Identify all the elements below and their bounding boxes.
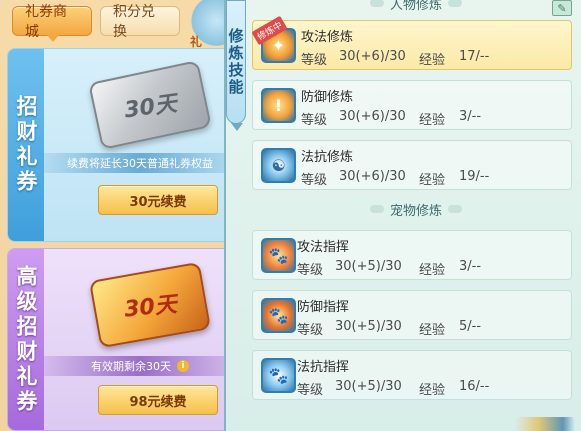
exp-value: 3/-- xyxy=(459,259,482,274)
level-value: 30(+6)/30 xyxy=(339,109,406,124)
cultivation-panel: 修炼技能 人物修炼 ✎ ✦ 修炼中 攻法修炼 等级 30(+6)/30 经验 1… xyxy=(224,0,581,431)
level-label: 等级 xyxy=(297,323,324,338)
defense-shield-icon: ! xyxy=(261,88,296,123)
ticket-days: 30天 xyxy=(122,292,178,323)
level-label: 等级 xyxy=(301,53,328,68)
level-label: 等级 xyxy=(297,383,324,398)
section-character: 人物修炼 xyxy=(356,0,476,13)
exp-label: 经验 xyxy=(419,263,446,278)
exp-label: 经验 xyxy=(419,173,446,188)
gold-ticket-icon: 30天 xyxy=(88,261,212,349)
exp-value: 16/-- xyxy=(459,379,490,394)
skill-name: 攻法修炼 xyxy=(301,30,354,45)
skill-row[interactable]: 🐾 法抗指挥 等级 30(+5)/30 经验 16/-- xyxy=(252,350,572,400)
pet-attack-paw-icon: 🐾 xyxy=(261,238,296,273)
level-value: 30(+5)/30 xyxy=(335,259,402,274)
card-description-text: 有效期剩余30天 xyxy=(91,360,171,373)
info-icon[interactable]: i xyxy=(177,360,189,372)
level-value: 30(+6)/30 xyxy=(339,169,406,184)
level-value: 30(+5)/30 xyxy=(335,379,402,394)
skill-row[interactable]: ☯ 法抗修炼 等级 30(+6)/30 经验 19/-- xyxy=(252,140,572,190)
cultivation-title[interactable]: 修炼技能 xyxy=(226,0,246,131)
card-side-label: 招财礼券 xyxy=(8,49,44,241)
level-label: 等级 xyxy=(301,113,328,128)
level-label: 等级 xyxy=(301,173,328,188)
card-description-text: 续费将延长30天普通礼券权益 xyxy=(67,157,213,170)
level-value: 30(+6)/30 xyxy=(339,49,406,64)
gift-shop-panel: 礼券商城 积分兑换 礼 招财礼券 30天 续费将延长30天普通礼券权益 30元续… xyxy=(0,0,240,431)
card-description: 有效期剩余30天 i xyxy=(44,356,236,376)
skill-name: 攻法指挥 xyxy=(297,240,350,255)
exp-value: 5/-- xyxy=(459,319,482,334)
silver-ticket-icon: 30天 xyxy=(88,60,212,150)
skill-name: 法抗指挥 xyxy=(297,360,350,375)
gift-card-advanced: 高级招财礼券 30天 有效期剩余30天 i 98元续费 xyxy=(7,248,237,431)
level-label: 等级 xyxy=(297,263,324,278)
pet-resist-paw-icon: 🐾 xyxy=(261,358,296,393)
skill-name: 法抗修炼 xyxy=(301,150,354,165)
exp-value: 17/-- xyxy=(459,49,490,64)
exp-value: 3/-- xyxy=(459,109,482,124)
skill-row[interactable]: ✦ 修炼中 攻法修炼 等级 30(+6)/30 经验 17/-- xyxy=(251,15,572,70)
corner-decoration xyxy=(515,417,575,431)
card-description: 续费将延长30天普通礼券权益 xyxy=(44,153,236,173)
skill-row[interactable]: ! 防御修炼 等级 30(+6)/30 经验 3/-- xyxy=(252,80,572,130)
gift-card-normal: 招财礼券 30天 续费将延长30天普通礼券权益 30元续费 xyxy=(7,48,237,242)
level-value: 30(+5)/30 xyxy=(335,319,402,334)
card-side-label: 高级招财礼券 xyxy=(8,249,44,430)
magic-resist-icon: ☯ xyxy=(261,148,296,183)
skill-row[interactable]: 🐾 防御指挥 等级 30(+5)/30 经验 5/-- xyxy=(252,290,572,340)
exp-value: 19/-- xyxy=(459,169,490,184)
exp-label: 经验 xyxy=(419,323,446,338)
skill-name: 防御修炼 xyxy=(301,90,354,105)
exp-label: 经验 xyxy=(419,113,446,128)
ticket-days: 30天 xyxy=(122,91,179,124)
tab-points-exchange[interactable]: 积分兑换 xyxy=(100,4,180,40)
tab-gift-shop[interactable]: 礼券商城 xyxy=(12,4,92,42)
edit-icon[interactable]: ✎ xyxy=(552,0,572,16)
skill-name: 防御指挥 xyxy=(297,300,350,315)
exp-label: 经验 xyxy=(419,53,446,68)
section-pet: 宠物修炼 xyxy=(356,200,476,219)
renew-30-button[interactable]: 30元续费 xyxy=(98,185,218,215)
renew-98-button[interactable]: 98元续费 xyxy=(98,385,218,415)
pet-defense-paw-icon: 🐾 xyxy=(261,298,296,333)
skill-row[interactable]: 🐾 攻法指挥 等级 30(+5)/30 经验 3/-- xyxy=(252,230,572,280)
exp-label: 经验 xyxy=(419,383,446,398)
